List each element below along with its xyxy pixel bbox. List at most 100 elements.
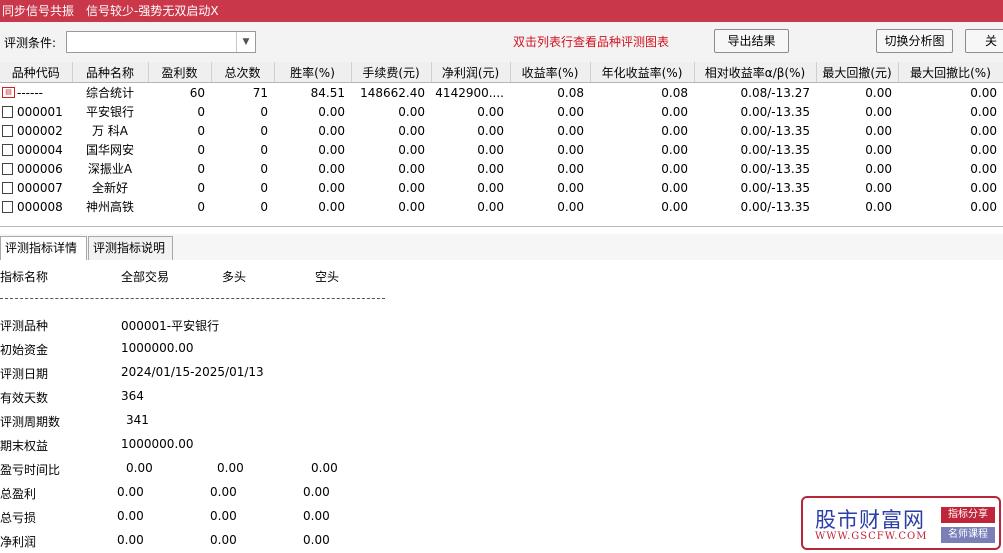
cell-value: 0 — [197, 142, 205, 157]
watermark-tag-course: 名师课程 — [941, 527, 995, 543]
value-short: 0.00 — [303, 509, 330, 523]
value-all: 0.00 — [126, 461, 153, 475]
cell-value: 0.00 — [865, 85, 892, 100]
cell-value: 0.00 — [661, 142, 688, 157]
value-valid-days: 364 — [121, 389, 144, 403]
cell-value: 0.00 — [661, 199, 688, 214]
label-period-count: 评测周期数 — [0, 415, 61, 429]
cell-value: 0.00 — [661, 104, 688, 119]
cell-value: 0.00 — [970, 199, 997, 214]
table-row[interactable]: 000001 平安银行 0 0 0.00 0.00 0.00 0.00 0.00 0.00/-13… — [0, 102, 1003, 121]
cell-value: 0.00 — [557, 180, 584, 195]
label-instrument: 评测品种 — [0, 319, 49, 333]
cell-value: 0.00 — [398, 104, 425, 119]
cell-value: 0.00 — [557, 199, 584, 214]
header-indicator-name: 指标名称 — [0, 270, 49, 284]
cell-value: 0.00 — [557, 104, 584, 119]
table-row[interactable]: 000004 国华网安 0 0 0.00 0.00 0.00 0.00 0.00 0.00/-13… — [0, 140, 1003, 159]
value-date-range: 2024/01/15-2025/01/13 — [121, 365, 264, 379]
column-header[interactable]: 最大回撤(元) — [816, 62, 899, 83]
cell-value: 0.00 — [865, 180, 892, 195]
cell-name: 神州高铁 — [85, 200, 134, 214]
switch-chart-button[interactable]: 切换分析图 — [876, 29, 953, 53]
criteria-label: 评测条件: — [4, 36, 57, 50]
column-header[interactable]: 品种代码 — [0, 62, 73, 83]
label-date-range: 评测日期 — [0, 367, 49, 381]
close-button[interactable]: 关 — [965, 29, 1003, 53]
label-valid-days: 有效天数 — [0, 391, 49, 405]
value-all: 0.00 — [117, 485, 144, 499]
cell-value: 0 — [260, 104, 268, 119]
watermark-tag-share: 指标分享 — [941, 507, 995, 523]
cell-value: 0.00 — [398, 123, 425, 138]
cell-name: 综合统计 — [85, 86, 134, 100]
document-icon — [2, 105, 13, 118]
watermark-title: 股市财富网 — [815, 508, 925, 532]
results-grid: 品种代码 品种名称 盈利数 总次数 胜率(%) 手续费(元) 净利润(元) 收益率(%) 年化收… — [0, 62, 1003, 227]
header-long: 多头 — [222, 270, 247, 284]
column-header[interactable]: 最大回撤比(%) — [898, 62, 1003, 83]
value-period-count: 341 — [126, 413, 149, 427]
table-row[interactable]: 000002 万 科A 0 0 0.00 0.00 0.00 0.00 0.00 0.00/-13… — [0, 121, 1003, 140]
code-text: 000001 — [17, 104, 63, 119]
table-row[interactable]: 000008 神州高铁 0 0 0.00 0.00 0.00 0.00 0.00 0.00/-13… — [0, 197, 1003, 216]
label-win-loss-time-ratio: 盈亏时间比 — [0, 463, 61, 477]
tab-indicator-details[interactable]: 评测指标详情 — [0, 236, 87, 261]
value-ending-equity: 1000000.00 — [121, 437, 194, 451]
watermark-url: WWW.GSCFW.COM — [815, 531, 928, 542]
cell-code: ▤ ------ — [0, 83, 72, 103]
label-initial-capital: 初始资金 — [0, 343, 49, 357]
label-net-profit: 净利润 — [0, 535, 37, 549]
cell-value: 0 — [197, 123, 205, 138]
table-row[interactable]: 000006 深振业A 0 0 0.00 0.00 0.00 0.00 0.00 0.00/-13… — [0, 159, 1003, 178]
export-button[interactable]: 导出结果 — [714, 29, 789, 53]
cell-value: 84.51 — [310, 85, 345, 100]
cell-value: 0 — [197, 199, 205, 214]
cell-name: 万 科A — [91, 124, 129, 138]
cell-value: 0.00 — [865, 199, 892, 214]
table-row[interactable]: 000007 全新好 0 0 0.00 0.00 0.00 0.00 0.00 0.00/-13.… — [0, 178, 1003, 197]
column-header[interactable]: 净利润(元) — [431, 62, 511, 83]
cell-value: 0.00/-13.35 — [740, 123, 810, 138]
cell-value: 0.00 — [970, 85, 997, 100]
summary-row[interactable]: ▤ ------ 综合统计 60 71 84.51 148662.40 4142900....… — [0, 83, 1003, 103]
tab-indicator-description[interactable]: 评测指标说明 — [88, 236, 173, 260]
column-header[interactable]: 盈利数 — [148, 62, 212, 83]
chevron-down-icon[interactable]: ▼ — [236, 32, 255, 52]
cell-value: 0.00 — [398, 142, 425, 157]
toolbar: 评测条件: ▼ 双击列表行查看品种评测图表 导出结果 切换分析图 关 — [0, 22, 1003, 62]
cell-value: 4142900.... — [435, 85, 504, 100]
value-long: 0.00 — [210, 509, 237, 523]
column-header[interactable]: 年化收益率(%) — [590, 62, 695, 83]
detail-tabs: 评测指标详情 评测指标说明 — [0, 234, 1003, 261]
cell-value: 0.00 — [318, 142, 345, 157]
column-header[interactable]: 手续费(元) — [351, 62, 432, 83]
cell-value: 71 — [252, 85, 268, 100]
cell-value: 0.00/-13.35 — [740, 142, 810, 157]
cell-value: 0.00 — [557, 161, 584, 176]
value-instrument: 000001-平安银行 — [121, 319, 220, 333]
column-header[interactable]: 相对收益率α/β(%) — [694, 62, 817, 83]
cell-value: 0.00 — [477, 142, 504, 157]
column-header[interactable]: 胜率(%) — [274, 62, 352, 83]
cell-value: 0.00/-13.35 — [740, 161, 810, 176]
criteria-dropdown[interactable]: ▼ — [66, 31, 256, 53]
code-text: 000007 — [17, 180, 63, 195]
formula-title: 信号较少-强势无双启动X — [86, 4, 219, 18]
cell-value: 0.00 — [661, 123, 688, 138]
cell-value: 0.00 — [970, 104, 997, 119]
value-initial-capital: 1000000.00 — [121, 341, 194, 355]
cell-code: 000001 — [0, 102, 72, 121]
column-header[interactable]: 总次数 — [211, 62, 275, 83]
cell-value: 0.00 — [477, 123, 504, 138]
cell-value: 0.00 — [477, 180, 504, 195]
column-header[interactable]: 品种名称 — [72, 62, 149, 83]
cell-value: 0.00/-13.35 — [740, 199, 810, 214]
cell-code: 000002 — [0, 121, 72, 140]
title-bar: 同步信号共振 信号较少-强势无双启动X — [0, 0, 1003, 22]
cell-value: 0 — [260, 123, 268, 138]
column-header[interactable]: 收益率(%) — [510, 62, 591, 83]
cell-value: 0 — [260, 161, 268, 176]
header-short: 空头 — [315, 270, 340, 284]
cell-value: 0.00 — [970, 142, 997, 157]
